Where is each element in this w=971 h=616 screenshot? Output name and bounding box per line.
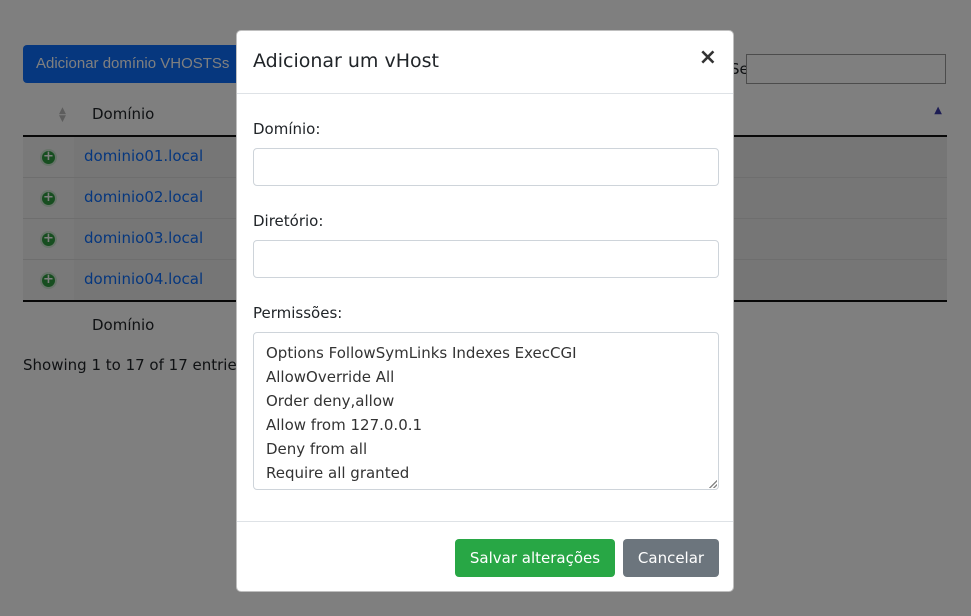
domain-input[interactable] <box>253 148 719 186</box>
permissions-label: Permissões: <box>253 304 343 322</box>
permissions-line: Order deny,allow <box>266 392 395 410</box>
close-icon[interactable]: × <box>699 47 717 69</box>
add-vhost-modal: Adicionar um vHost × Domínio: Diretório:… <box>236 30 734 592</box>
resize-grip-icon[interactable] <box>709 480 717 488</box>
domain-label: Domínio: <box>253 120 321 138</box>
permissions-line: Allow from 127.0.0.1 <box>266 416 423 434</box>
modal-header: Adicionar um vHost × <box>237 31 733 94</box>
directory-label: Diretório: <box>253 212 324 230</box>
directory-input[interactable] <box>253 240 719 278</box>
modal-footer: Salvar alterações Cancelar <box>237 521 733 591</box>
permissions-line: Deny from all <box>266 440 368 458</box>
save-button[interactable]: Salvar alterações <box>455 539 615 577</box>
modal-title: Adicionar um vHost <box>253 50 439 72</box>
permissions-line: Require all granted <box>266 464 410 482</box>
cancel-button[interactable]: Cancelar <box>623 539 719 577</box>
permissions-line: AllowOverride All <box>266 368 395 386</box>
permissions-textarea[interactable]: Options FollowSymLinks Indexes ExecCGI A… <box>253 332 719 490</box>
permissions-line: Options FollowSymLinks Indexes ExecCGI <box>266 344 577 362</box>
